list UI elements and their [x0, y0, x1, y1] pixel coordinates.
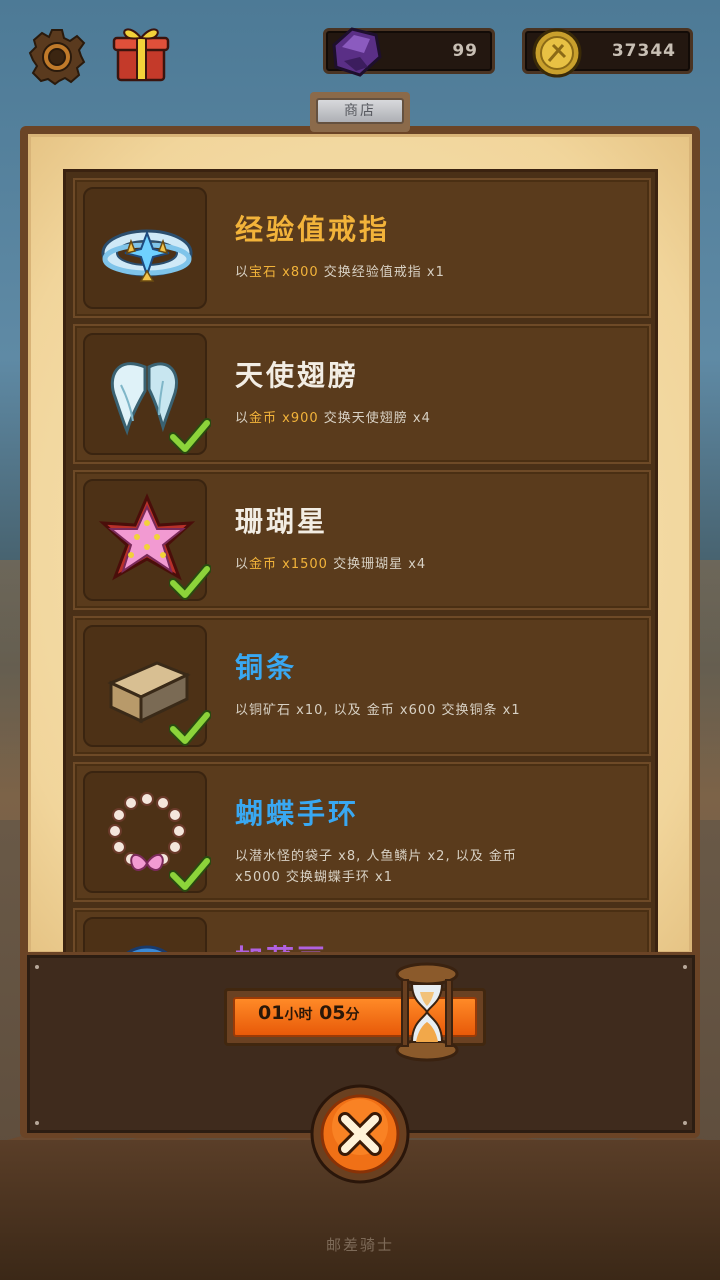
- item-thumbnail: [83, 333, 211, 455]
- shop-item-exp-ring[interactable]: 经验值戒指 以宝石 x800 交换经验值戒指 x1: [73, 178, 651, 318]
- item-name: 经验值戒指: [235, 213, 391, 246]
- gift-icon[interactable]: [112, 22, 170, 84]
- gear-icon[interactable]: [28, 28, 86, 86]
- rivet: [35, 1121, 39, 1125]
- rivet: [683, 965, 687, 969]
- item-description: 以金币 x900 交换天使翅膀 x4: [235, 411, 431, 426]
- close-button[interactable]: [309, 1083, 411, 1185]
- shop-item-butterfly-bracelet[interactable]: 蝴蝶手环 以潜水怪的袋子 x8, 人鱼鳞片 x2, 以及 金币 x5000 交换…: [73, 762, 651, 902]
- shop-item-coral-star[interactable]: 珊瑚星 以金币 x1500 交换珊瑚星 x4: [73, 470, 651, 610]
- owned-check-icon: [169, 856, 211, 892]
- coin-count: 37344: [611, 41, 676, 61]
- item-description: 以铜矿石 x10, 以及 金币 x600 交换铜条 x1: [235, 703, 521, 718]
- item-description-line-2: x5000 交换蝴蝶手环 x1: [235, 870, 394, 885]
- shop-tab: 商店: [310, 92, 410, 132]
- item-thumbnail: [83, 187, 207, 309]
- rivet: [683, 1121, 687, 1125]
- gem-icon: [332, 27, 382, 77]
- refresh-timer-text: 01小时 05分: [258, 1002, 360, 1024]
- item-thumbnail: [83, 625, 211, 747]
- shop-item-angel-wings[interactable]: 天使翅膀 以金币 x900 交换天使翅膀 x4: [73, 324, 651, 464]
- item-name: 蝴蝶手环: [235, 797, 360, 830]
- gem-count: 99: [452, 41, 478, 61]
- owned-check-icon: [169, 710, 211, 746]
- item-description-line-1: 以潜水怪的袋子 x8, 人鱼鳞片 x2, 以及 金币: [235, 849, 517, 864]
- item-name: 天使翅膀: [235, 359, 360, 392]
- item-description: 以金币 x1500 交换珊瑚星 x4: [235, 557, 427, 572]
- item-description: 以潜水怪的袋子 x8, 人鱼鳞片 x2, 以及 金币 x5000 交换蝴蝶手环 …: [235, 846, 565, 888]
- rivet: [35, 965, 39, 969]
- item-description: 以宝石 x800 交换经验值戒指 x1: [235, 265, 445, 280]
- shop-item-copper-bar[interactable]: 铜条 以铜矿石 x10, 以及 金币 x600 交换铜条 x1: [73, 616, 651, 756]
- coin-icon: [532, 28, 582, 78]
- coin-counter: 37344: [522, 28, 693, 78]
- shop-tab-label: 商店: [316, 98, 404, 124]
- shop-item-list[interactable]: 经验值戒指 以宝石 x800 交换经验值戒指 x1 天使翅膀 以金币 x900 …: [63, 169, 658, 959]
- item-thumbnail: [83, 479, 211, 601]
- owned-check-icon: [169, 564, 211, 600]
- hourglass-icon: [395, 962, 459, 1062]
- item-name: 铜条: [235, 651, 298, 684]
- item-thumbnail: [83, 771, 211, 893]
- owned-check-icon: [169, 418, 211, 454]
- footer-title: 邮差骑士: [325, 1236, 394, 1254]
- ring-icon: [101, 229, 193, 282]
- gem-counter: 99: [323, 27, 495, 77]
- item-name: 珊瑚星: [235, 505, 329, 538]
